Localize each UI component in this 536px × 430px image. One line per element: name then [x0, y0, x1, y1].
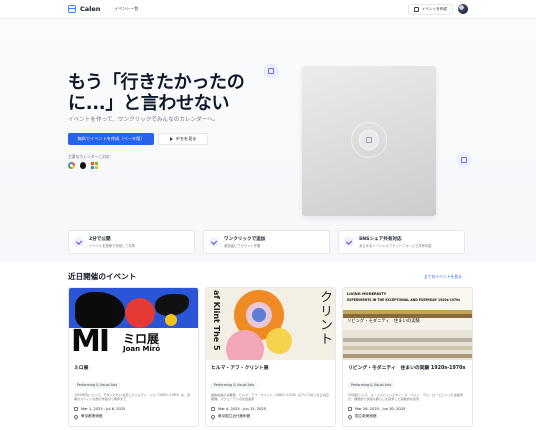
event-date: Mar 1, 2025 - Jul 6, 2025 [74, 407, 193, 411]
location-pin-icon [347, 413, 353, 420]
calendar-icon [413, 6, 419, 12]
feature-description: 参加者にアカウント不要 [224, 244, 261, 248]
logo[interactable]: Calen [68, 5, 100, 13]
event-venue: 国立新美術館 [347, 413, 467, 420]
event-category-badge: Performing & Visual Arts [211, 382, 258, 388]
event-title: リビング・モダニティ 住まいの実験 1920s-1970s [348, 366, 466, 371]
nav-events-link[interactable]: イベント一覧 [114, 6, 138, 12]
poster-artist: Joan Miró [123, 345, 161, 353]
calendar-icon [366, 137, 372, 143]
event-description: 1920年代にパリで、モダンたちに交流したジョアン・ミロ（1893～1983）は… [74, 393, 191, 402]
google-calendar-icon [68, 162, 75, 169]
demo-button-label: デモを見る [175, 136, 197, 141]
poster-katakana-title: クリント [317, 290, 332, 346]
event-title: ミロ展 [74, 366, 89, 371]
create-event-button[interactable]: イベントを作成 [407, 3, 453, 15]
hero-title: もう「行きたかったのに...」と言わせない [68, 72, 245, 114]
event-date-text: Mar 1, 2025 - Jul 6, 2025 [81, 407, 126, 411]
calendar-icon [461, 157, 467, 163]
hero-preview-image [302, 66, 436, 216]
location-pin-icon [73, 413, 79, 420]
feature-description: あらゆるソーシャルプラットフォームで共有可能 [359, 244, 432, 248]
poster-subtitle: EXPERIMENTS IN THE EXCEPTIONAL AND EVERY… [347, 298, 461, 302]
feature-card: SNSシェア共有対応 あらゆるソーシャルプラットフォームで共有可能 [338, 230, 465, 254]
feature-title: SNSシェア共有対応 [359, 237, 402, 242]
demo-button[interactable]: デモを見る [158, 133, 208, 145]
hero-section: もう「行きたかったのに...」と言わせない イベントを作って、ワンクリックでみん… [0, 19, 536, 262]
poster-title: LIVING MODERNITY [347, 292, 387, 296]
poster-shape [266, 328, 292, 354]
event-card[interactable]: af Klint The 5 クリント ヒルマ・アフ・クリント展 Perform… [205, 287, 336, 427]
event-title: ヒルマ・アフ・クリント展 [211, 366, 269, 371]
calendar-icon [211, 407, 215, 411]
floating-calendar-badge [264, 64, 278, 78]
location-pin-icon [210, 413, 216, 420]
create-free-event-button[interactable]: 無料でイベントを作成（ベータ版） [68, 133, 154, 145]
floating-calendar-badge [457, 153, 471, 167]
calendar-logo-icon [68, 5, 76, 13]
check-icon [209, 237, 219, 247]
event-venue: 東京都美術館 [73, 413, 193, 420]
check-icon [74, 237, 84, 247]
supported-calendars-label: 主要なカレンダーに対応： [68, 154, 114, 159]
event-poster: LIVING MODERNITY EXPERIMENTS IN THE EXCE… [343, 288, 472, 360]
poster-stripe [343, 346, 472, 350]
play-icon [169, 137, 173, 141]
calendar-icon [268, 68, 274, 74]
poster-stripe [343, 354, 472, 358]
logo-text: Calen [80, 5, 101, 13]
poster-title-big: MI [71, 324, 110, 359]
event-card-list: MI ミロ展 Joan Miró ミロ展 Performing & Visual… [68, 287, 473, 427]
feature-list: 2分で公開 イベントを簡単で作成して共有 ワンクリックで追加 参加者にアカウント… [68, 230, 465, 254]
event-venue-text: 東京都美術館 [81, 414, 103, 418]
poster-shape [165, 314, 177, 326]
feature-card: ワンクリックで追加 参加者にアカウント不要 [203, 230, 330, 254]
feature-description: イベントを簡単で作成して共有 [89, 244, 136, 248]
event-category-badge: Performing & Visual Arts [74, 382, 121, 388]
poster-shape [155, 294, 189, 316]
event-date: Mar 4, 2025 - Jun 15, 2025 [211, 407, 330, 411]
top-nav: Calen イベント一覧 イベントを作成 [0, 0, 536, 19]
event-date-text: Mar 26, 2025 - Jun 30, 2025 [355, 407, 406, 411]
create-event-label: イベントを作成 [421, 6, 447, 11]
calendar-icon [348, 407, 352, 411]
poster-shape [125, 298, 155, 328]
event-date-text: Mar 4, 2025 - Jun 15, 2025 [218, 407, 266, 411]
event-card[interactable]: MI ミロ展 Joan Miró ミロ展 Performing & Visual… [68, 287, 199, 427]
poster-shape [226, 330, 264, 360]
event-date: Mar 26, 2025 - Jun 30, 2025 [348, 407, 467, 411]
upcoming-events-title: 近日開催のイベント [68, 272, 137, 281]
event-venue: 東京国立近代美術館 [210, 413, 330, 420]
event-category-badge: Performing & Visual Arts [348, 382, 395, 388]
supported-calendars-icons [68, 162, 98, 169]
poster-vertical-text: af Klint The 5 [212, 290, 221, 351]
apple-calendar-icon [80, 162, 86, 169]
event-venue-text: 東京国立近代美術館 [218, 414, 251, 418]
event-description: 20世紀に入り、ル・コルビュジエやミース・ファン・デル・ローエといった建築家が、… [348, 393, 464, 402]
check-icon [344, 237, 354, 247]
poster-stripe [343, 338, 472, 342]
poster-japanese-title: リビング・モダニティ 住まいの実験 [347, 319, 420, 324]
event-description: 抽象絵画の先駆者、ヒルマ・アフ・クリント（1862～1944）のアジア初となる大… [211, 393, 329, 402]
hero-subtitle: イベントを作って、ワンクリックでみんなのカレンダーへ。 [68, 117, 219, 123]
calendar-icon [74, 407, 78, 411]
event-venue-text: 国立新美術館 [355, 414, 377, 418]
microsoft-calendar-icon [91, 162, 98, 169]
event-poster: af Klint The 5 クリント [206, 288, 335, 360]
see-all-events-link[interactable]: 全てのイベントを見る [424, 274, 462, 280]
feature-title: ワンクリックで追加 [224, 237, 266, 242]
event-poster: MI ミロ展 Joan Miró [69, 288, 198, 360]
user-avatar[interactable] [458, 4, 468, 14]
feature-card: 2分で公開 イベントを簡単で作成して共有 [68, 230, 195, 254]
event-card[interactable]: LIVING MODERNITY EXPERIMENTS IN THE EXCE… [342, 287, 473, 427]
poster-shape [252, 308, 266, 322]
feature-title: 2分で公開 [89, 237, 111, 242]
